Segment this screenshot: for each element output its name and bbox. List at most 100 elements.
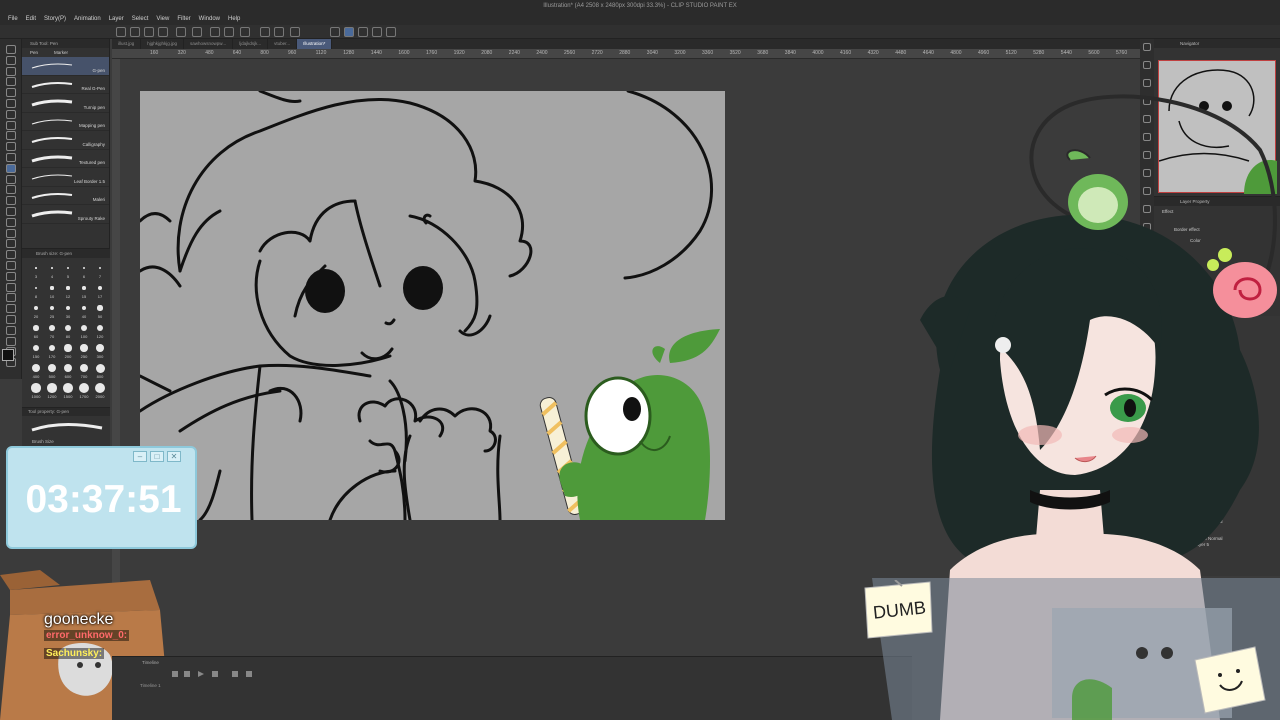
snap-icon[interactable]	[330, 27, 340, 37]
brush-item[interactable]: Turnip pen	[22, 94, 109, 113]
brush-size-option[interactable]: 1500	[60, 381, 76, 399]
tool-icon[interactable]	[6, 99, 16, 108]
brush-size-option[interactable]: 12	[60, 281, 76, 299]
brush-size-option[interactable]: 4	[44, 261, 60, 279]
minimize-icon[interactable]: –	[133, 451, 147, 462]
tool-icon[interactable]	[6, 131, 16, 141]
brush-item[interactable]: Calligraphy	[22, 131, 109, 150]
tool-icon[interactable]	[6, 325, 16, 335]
brush-size-option[interactable]: 50	[92, 301, 108, 319]
tool-icon[interactable]	[6, 271, 16, 281]
brush-size-option[interactable]: 17	[92, 281, 108, 299]
menu-animation[interactable]: Animation	[74, 16, 101, 22]
menu-window[interactable]: Window	[199, 16, 220, 22]
brush-size-option[interactable]: 30	[60, 301, 76, 319]
tool-icon[interactable]	[6, 77, 16, 87]
menu-help[interactable]: Help	[228, 16, 240, 22]
transform-icon[interactable]	[290, 27, 300, 37]
brush-size-option[interactable]: 1000	[28, 381, 44, 399]
brush-size-option[interactable]: 60	[28, 321, 44, 339]
brush-size-option[interactable]: 6	[76, 261, 92, 279]
brush-item[interactable]: Textured pen	[22, 150, 109, 168]
undo-icon[interactable]	[210, 27, 220, 37]
close-icon[interactable]: ✕	[167, 451, 181, 462]
redo-icon[interactable]	[224, 27, 234, 37]
tab-pen[interactable]: Pen	[22, 48, 46, 57]
tab-doc-3[interactable]: sawhowsnowpw...	[184, 39, 234, 49]
tab-doc-2[interactable]: hjghkjghkjg.jpg	[141, 39, 185, 49]
tool-icon[interactable]	[6, 66, 16, 76]
tool-icon[interactable]	[6, 55, 16, 65]
tab-doc-5[interactable]: vtuber...	[268, 39, 298, 49]
tool-icon[interactable]	[6, 304, 16, 314]
print-icon[interactable]	[192, 27, 202, 37]
menu-story[interactable]: Story(P)	[44, 16, 66, 22]
brush-item[interactable]: Sprouty Rake	[22, 205, 109, 224]
layer-icon[interactable]	[372, 27, 382, 37]
timeline-track[interactable]: Timeline 1	[140, 683, 161, 688]
tool-icon[interactable]	[6, 45, 16, 54]
settings-icon[interactable]	[240, 27, 250, 37]
brush-size-option[interactable]: 150	[28, 341, 44, 359]
panel-toggle-icon[interactable]	[1143, 43, 1151, 51]
brush-size-option[interactable]: 20	[28, 301, 44, 319]
brush-size-option[interactable]: 1700	[76, 381, 92, 399]
menu-layer[interactable]: Layer	[109, 16, 124, 22]
brush-size-option[interactable]: 250	[76, 341, 92, 359]
brush-size-option[interactable]: 100	[76, 321, 92, 339]
tool-icon[interactable]	[6, 282, 16, 292]
brush-size-option[interactable]: 40	[76, 301, 92, 319]
save-icon[interactable]	[158, 27, 168, 37]
brush-size-option[interactable]: 7	[92, 261, 108, 279]
brush-size-option[interactable]: 120	[92, 321, 108, 339]
tool-icon[interactable]	[6, 293, 16, 303]
open-icon[interactable]	[144, 27, 154, 37]
tool-icon[interactable]	[6, 185, 16, 195]
color-swatch[interactable]	[2, 349, 14, 361]
brush-size-option[interactable]: 600	[60, 361, 76, 379]
tool-icon[interactable]	[6, 142, 16, 152]
export-icon[interactable]	[176, 27, 186, 37]
brush-size-option[interactable]: 700	[76, 361, 92, 379]
lasso-icon[interactable]	[386, 27, 396, 37]
tool-icon[interactable]	[6, 163, 16, 173]
maximize-icon[interactable]: □	[150, 451, 164, 462]
brush-size-option[interactable]: 200	[60, 341, 76, 359]
tab-doc-4[interactable]: ljdajkdsjk...	[233, 39, 269, 49]
tool-icon[interactable]	[6, 228, 16, 238]
menu-view[interactable]: View	[156, 16, 169, 22]
tab-doc-1[interactable]: illust.jpg	[112, 39, 142, 49]
panel-toggle-icon[interactable]	[1143, 79, 1151, 87]
tool-icon[interactable]	[6, 120, 16, 130]
tool-icon[interactable]	[6, 174, 16, 184]
tab-marker[interactable]: Marker	[46, 48, 76, 57]
brush-item[interactable]: Mapping pen	[22, 113, 109, 131]
brush-size-option[interactable]: 80	[60, 321, 76, 339]
menu-file[interactable]: File	[8, 16, 18, 22]
brush-size-option[interactable]: 25	[44, 301, 60, 319]
tool-icon[interactable]	[6, 250, 16, 260]
brush-size-option[interactable]: 8	[28, 281, 44, 299]
tool-icon[interactable]	[6, 109, 16, 119]
tool-icon[interactable]	[6, 153, 16, 162]
tool-icon[interactable]	[6, 239, 16, 249]
new-icon[interactable]	[130, 27, 140, 37]
drawing-canvas[interactable]	[140, 91, 725, 520]
menu-filter[interactable]: Filter	[177, 16, 190, 22]
brush-item[interactable]: Real G-Pen	[22, 76, 109, 94]
brush-size-option[interactable]: 400	[28, 361, 44, 379]
tool-icon[interactable]	[6, 196, 16, 206]
brush-size-option[interactable]: 1200	[44, 381, 60, 399]
brush-size-option[interactable]: 15	[76, 281, 92, 299]
menu-icon[interactable]	[116, 27, 126, 37]
tab-doc-active[interactable]: Illustration*	[297, 39, 333, 49]
brush-size-option[interactable]: 5	[60, 261, 76, 279]
brush-item[interactable]: Maleri	[22, 187, 109, 205]
clear-icon[interactable]	[274, 27, 284, 37]
brush-size-option[interactable]: 500	[44, 361, 60, 379]
brush-size-option[interactable]: 3	[28, 261, 44, 279]
menu-select[interactable]: Select	[132, 16, 149, 22]
tool-icon[interactable]	[6, 336, 16, 346]
brush-size-option[interactable]: 10	[44, 281, 60, 299]
brush-size-option[interactable]: 70	[44, 321, 60, 339]
